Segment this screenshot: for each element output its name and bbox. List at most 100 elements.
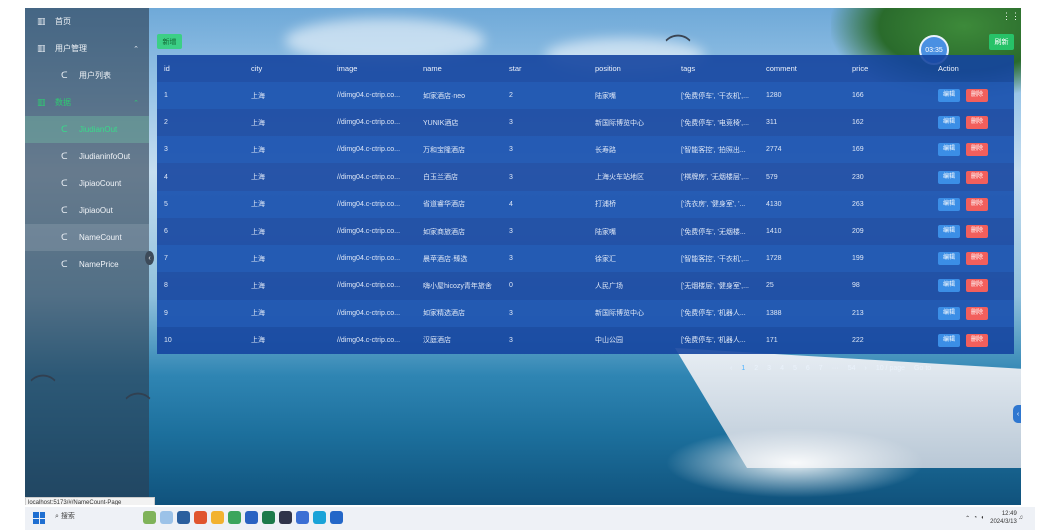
delete-button[interactable]: 删除 (966, 306, 988, 320)
sidebar-item-nameprice[interactable]: ᑕ NamePrice (25, 251, 149, 278)
column-header-tags[interactable]: tags (681, 64, 695, 73)
page-ellipsis[interactable]: ··· (832, 365, 839, 372)
delete-button[interactable]: 删除 (966, 333, 988, 347)
cell-comment: 311 (766, 119, 778, 127)
column-header-action: Action (938, 64, 959, 73)
table-row: 7 上海 //dimg04.c-ctrip.co... 晨苹酒店·臻选 3 徐家汇 ['智能… (157, 245, 1014, 273)
volume-icon[interactable]: ◖ (981, 515, 985, 521)
cell-tags: ['智能客控', '干衣机',... (681, 255, 749, 263)
cell-action: 编辑 删除 (938, 225, 988, 238)
prev-page-icon[interactable]: ‹ (730, 365, 732, 372)
delete-button[interactable]: 删除 (966, 89, 988, 102)
edit-button[interactable]: 编辑 (938, 89, 960, 102)
sidebar-item-jiudianout[interactable]: ᑕ JiudianOut (25, 116, 149, 143)
page-number[interactable]: 4 (780, 365, 784, 372)
page-number[interactable]: 3 (767, 365, 771, 372)
notification-icon[interactable]: ♫ (1019, 515, 1024, 521)
page-number[interactable]: 2 (754, 365, 758, 372)
delete-button[interactable]: 删除 (966, 116, 988, 130)
sidebar-item-label: 用户管理 (55, 44, 87, 53)
edit-button[interactable]: 编辑 (938, 333, 960, 347)
delete-button[interactable]: 删除 (966, 143, 988, 157)
edit-button[interactable]: 编辑 (938, 252, 960, 266)
column-header-city[interactable]: city (251, 64, 262, 73)
cell-action: 编辑 删除 (938, 306, 988, 320)
sidebar-item-data[interactable]: ▥ 数据 ⌃ (25, 89, 149, 116)
cell-id: 9 (164, 309, 168, 317)
cell-name: 嗨小屋hicozy青年旅舍 (423, 282, 492, 290)
column-header-star[interactable]: star (509, 64, 522, 73)
delete-button[interactable]: 删除 (966, 197, 988, 211)
sidebar-item-namecount[interactable]: ᑕ NameCount (25, 224, 149, 251)
page-number[interactable]: 7 (819, 365, 823, 372)
app-icon[interactable] (143, 511, 156, 524)
app-icon[interactable] (279, 511, 292, 524)
cell-name: 汉庭酒店 (423, 337, 451, 345)
delete-button[interactable]: 删除 (966, 170, 988, 184)
weather-icon[interactable] (160, 511, 173, 524)
cell-id: 2 (164, 119, 168, 127)
page-number[interactable]: 6 (806, 365, 810, 372)
chevron-icon: ᑕ (61, 124, 68, 135)
chevron-icon: ᑕ (61, 205, 68, 216)
edit-button[interactable]: 编辑 (938, 225, 960, 238)
edit-button[interactable]: 编辑 (938, 279, 960, 293)
next-page-icon[interactable]: › (864, 365, 866, 372)
delete-button[interactable]: 删除 (966, 279, 988, 293)
edit-button[interactable]: 编辑 (938, 116, 960, 130)
water-spray (665, 428, 925, 498)
delete-button[interactable]: 删除 (966, 225, 988, 238)
page-number[interactable]: 5 (793, 365, 797, 372)
cell-action: 编辑 删除 (938, 333, 988, 347)
page-size-select[interactable]: 10 / page (876, 365, 905, 372)
column-header-id[interactable]: id (164, 64, 170, 73)
app-icon[interactable] (296, 511, 309, 524)
sidebar-item-jiudianinfoout[interactable]: ᑕ JiudianinfoOut (25, 143, 149, 170)
column-header-comment[interactable]: comment (766, 64, 797, 73)
app-icon[interactable] (194, 511, 207, 524)
grid-icon[interactable]: ⋮⋮ (1002, 11, 1020, 21)
page-number[interactable]: 1 (741, 365, 745, 372)
add-button[interactable]: 新增 (157, 34, 182, 49)
app-icon[interactable] (177, 511, 190, 524)
sidebar-item-jipiaocount[interactable]: ᑕ JipiaoCount (25, 170, 149, 197)
sidebar-item-jipiaoout[interactable]: ᑕ JipiaoOut (25, 197, 149, 224)
expand-panel-button[interactable]: ‹ (1013, 405, 1021, 423)
page-number-last[interactable]: 54 (848, 365, 856, 372)
chevron-up-icon[interactable]: ⌃ (965, 515, 970, 522)
folder-icon[interactable] (211, 511, 224, 524)
goto-page-input[interactable]: Go to (914, 365, 931, 372)
wifi-icon[interactable]: ◔ (974, 515, 978, 521)
cell-image: //dimg04.c-ctrip.co... (337, 119, 401, 127)
app-icon[interactable] (330, 511, 343, 524)
column-header-image[interactable]: image (337, 64, 357, 73)
clock[interactable]: 12:49 2024/3/13 (990, 510, 1017, 526)
table-header: id city image name star position tags co… (157, 55, 1014, 82)
sidebar-item-user-management[interactable]: ▥ 用户管理 ⌃ (25, 35, 149, 62)
column-header-price[interactable]: price (852, 64, 868, 73)
app-window: ⌒ ⌒ ⌒ ▥ 首页 ▥ 用户管理 ⌃ ᑕ 用户列表 ▥ 数据 ⌃ ᑕ Jiud… (25, 8, 1021, 505)
taskbar-search[interactable]: ⌕ 搜索 (55, 511, 75, 521)
windows-start-icon[interactable] (33, 512, 45, 524)
edit-button[interactable]: 编辑 (938, 170, 960, 184)
cell-star: 2 (509, 92, 513, 99)
cell-tags: ['免费停车', '干衣机',... (681, 92, 749, 100)
table-row: 8 上海 //dimg04.c-ctrip.co... 嗨小屋hicozy青年旅舍 0 人… (157, 272, 1014, 299)
cell-star: 4 (509, 200, 513, 208)
app-icon[interactable] (228, 511, 241, 524)
collapse-sidebar-button[interactable]: ‹ (145, 251, 154, 265)
edit-button[interactable]: 编辑 (938, 306, 960, 320)
refresh-button[interactable]: 刷新 (989, 34, 1014, 50)
delete-button[interactable]: 删除 (966, 252, 988, 266)
column-header-name[interactable]: name (423, 64, 442, 73)
edit-button[interactable]: 编辑 (938, 143, 960, 157)
cell-position: 长寿路 (595, 146, 616, 154)
sidebar-item-label: JiudianOut (79, 125, 118, 134)
app-icon[interactable] (262, 511, 275, 524)
edit-button[interactable]: 编辑 (938, 197, 960, 211)
sidebar-item-user-list[interactable]: ᑕ 用户列表 (25, 62, 149, 89)
app-icon[interactable] (245, 511, 258, 524)
browser-icon[interactable] (313, 511, 326, 524)
sidebar-item-home[interactable]: ▥ 首页 (25, 8, 149, 35)
column-header-position[interactable]: position (595, 64, 621, 73)
